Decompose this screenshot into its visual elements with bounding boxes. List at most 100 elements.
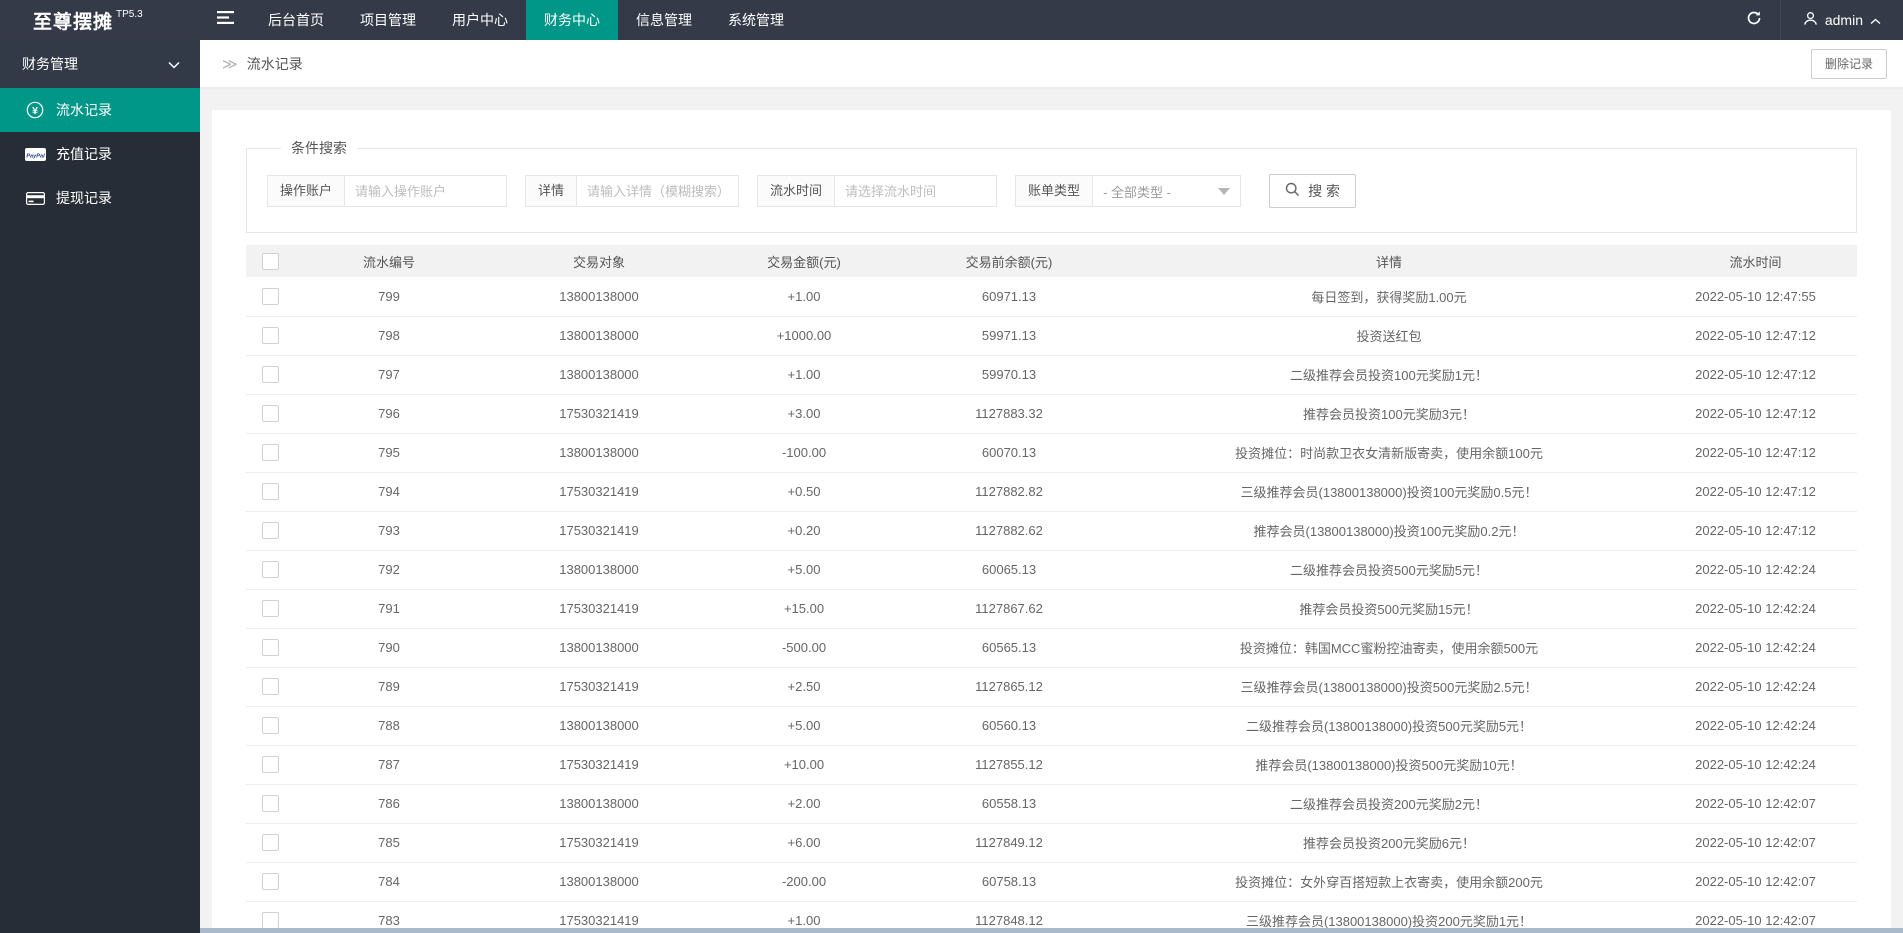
cell-balance: 1127865.12 [894,667,1124,707]
row-checkbox[interactable] [261,639,279,657]
cell-amount: +1.00 [714,355,894,395]
row-checkbox[interactable] [261,522,279,540]
cell-serial: 784 [294,862,484,902]
cell-account: 13800138000 [484,277,714,317]
nav-item[interactable]: 用户中心 [434,0,526,40]
cell-balance: 1127849.12 [894,823,1124,863]
row-checkbox[interactable] [261,717,279,735]
select-all-checkbox[interactable] [261,252,279,270]
filter-bill-type: 账单类型 - 全部类型 - [1015,175,1242,207]
cell-amount: -500.00 [714,628,894,668]
nav-item[interactable]: 项目管理 [342,0,434,40]
filter-row: 操作账户 详情 流水时间 账单类型 - 全部类型 - [267,174,1836,208]
row-checkbox[interactable] [261,561,279,579]
sidebar-item-link[interactable]: 提现记录 [0,176,200,220]
row-checkbox-cell [246,433,294,473]
time-input[interactable] [835,175,998,207]
cell-detail: 投资摊位：韩国MCC蜜粉控油寄卖，使用余额500元 [1124,628,1654,668]
row-checkbox[interactable] [261,678,279,696]
detail-input[interactable] [577,175,740,207]
row-checkbox[interactable] [261,756,279,774]
row-checkbox[interactable] [261,405,279,423]
user-menu[interactable]: admin [1781,0,1903,40]
row-checkbox[interactable] [261,444,279,462]
row-checkbox[interactable] [261,912,279,930]
cell-detail: 二级推荐会员(13800138000)投资500元奖励5元！ [1124,706,1654,746]
sidebar-item-link[interactable]: PayPal 充值记录 [0,132,200,176]
cell-account: 13800138000 [484,355,714,395]
bill-type-select[interactable]: - 全部类型 - [1093,175,1242,207]
cell-serial: 791 [294,589,484,629]
cell-account: 17530321419 [484,667,714,707]
cell-amount: +0.50 [714,472,894,512]
delete-records-button[interactable]: 删除记录 [1810,48,1887,79]
account-input[interactable] [345,175,508,207]
cell-amount: +3.00 [714,394,894,434]
table-row: 790 13800138000 -500.00 60565.13 投资摊位：韩国MCC蜜… [246,628,1857,668]
cell-amount: +5.00 [714,550,894,590]
row-checkbox[interactable] [261,795,279,813]
nav-item[interactable]: 信息管理 [618,0,710,40]
cell-balance: 60971.13 [894,277,1124,317]
cell-account: 13800138000 [484,316,714,356]
row-checkbox[interactable] [261,287,279,305]
search-button[interactable]: 搜 索 [1269,174,1356,208]
sidebar-item-label: 流水记录 [56,102,112,118]
column-header: 流水时间 [1654,245,1857,277]
column-header: 交易前余额(元) [894,245,1124,277]
cell-time: 2022-05-10 12:42:24 [1654,706,1857,746]
cell-amount: -100.00 [714,433,894,473]
sidebar-group-finance[interactable]: 财务管理 [0,40,200,88]
main-content: ≫ 流水记录 删除记录 条件搜索 操作账户 详情 流水时间 [200,40,1903,933]
cell-detail: 投资送红包 [1124,316,1654,356]
svg-text:¥: ¥ [32,105,38,117]
table-row: 784 13800138000 -200.00 60758.13 投资摊位：女外穿百搭短… [246,862,1857,902]
username: admin [1824,12,1863,28]
cell-serial: 792 [294,550,484,590]
cell-amount: -200.00 [714,862,894,902]
detail-field-label: 详情 [525,175,578,207]
row-checkbox[interactable] [261,327,279,345]
row-checkbox[interactable] [261,483,279,501]
cell-time: 2022-05-10 12:47:12 [1654,511,1857,551]
cell-amount: +10.00 [714,745,894,785]
cell-time: 2022-05-10 12:42:07 [1654,823,1857,863]
search-panel-legend: 条件搜索 [291,140,347,156]
cell-detail: 投资摊位：时尚款卫衣女清新版寄卖，使用余额100元 [1124,433,1654,473]
cell-balance: 60065.13 [894,550,1124,590]
cell-balance: 1127855.12 [894,745,1124,785]
app-logo: 至尊摆摊 TP5.3 [0,0,200,40]
cell-serial: 794 [294,472,484,512]
table-row: 787 17530321419 +10.00 1127855.12 推荐会员(13800… [246,745,1857,785]
row-checkbox[interactable] [261,873,279,891]
cell-serial: 790 [294,628,484,668]
horizontal-scrollbar[interactable] [200,928,1903,933]
row-checkbox[interactable] [261,600,279,618]
row-checkbox[interactable] [261,834,279,852]
nav-item[interactable]: 后台首页 [250,0,342,40]
cell-account: 13800138000 [484,433,714,473]
cell-detail: 三级推荐会员(13800138000)投资100元奖励0.5元！ [1124,472,1654,512]
cell-balance: 1127882.62 [894,511,1124,551]
sidebar-item-active[interactable]: ¥ 流水记录 [0,88,200,132]
cell-account: 17530321419 [484,589,714,629]
row-checkbox-cell [246,628,294,668]
breadcrumb-icon: ≫ [222,55,238,73]
time-field-label: 流水时间 [757,175,836,207]
cell-serial: 786 [294,784,484,824]
nav-item[interactable]: 系统管理 [710,0,802,40]
menu-collapse-button[interactable] [200,0,250,40]
column-header: 交易对象 [484,245,714,277]
hamburger-icon [216,11,234,29]
table-row: 796 17530321419 +3.00 1127883.32 推荐会员投资100元奖… [246,394,1857,434]
refresh-button[interactable] [1728,0,1780,40]
yen-circle-icon: ¥ [24,101,46,119]
nav-item[interactable]: 财务中心 [526,0,618,40]
table-header-row: 流水编号 交易对象 交易金额(元) 交易前余额(元) 详情 流水时间 [246,245,1857,277]
cell-balance: 1127882.82 [894,472,1124,512]
cell-time: 2022-05-10 12:47:12 [1654,433,1857,473]
table-row: 789 17530321419 +2.50 1127865.12 三级推荐会员(1380… [246,667,1857,707]
table-row: 788 13800138000 +5.00 60560.13 二级推荐会员(138001… [246,706,1857,746]
app-version: TP5.3 [116,8,143,20]
row-checkbox[interactable] [261,366,279,384]
